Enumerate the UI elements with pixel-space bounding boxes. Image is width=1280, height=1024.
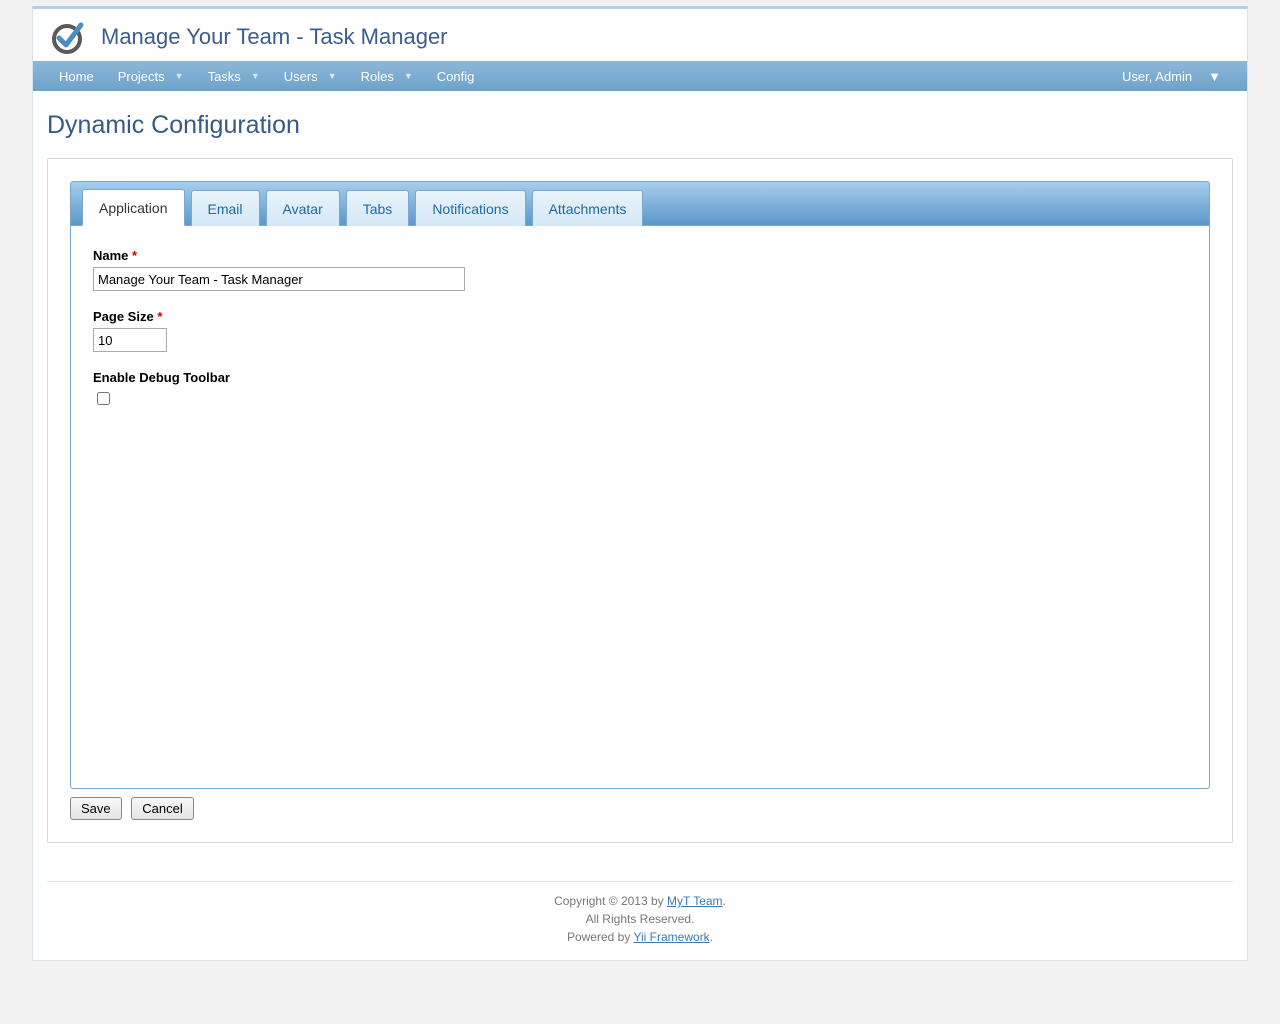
tab-notifications-label: Notifications (432, 201, 508, 217)
footer-powered-prefix: Powered by (567, 930, 634, 944)
required-mark: * (157, 309, 162, 324)
page-size-input[interactable] (93, 328, 167, 352)
nav-config-label: Config (437, 69, 475, 84)
nav-user-menu[interactable]: User, Admin ▼ (1110, 69, 1233, 84)
nav-roles-label: Roles (361, 69, 394, 84)
main-nav: Home Projects ▼ Tasks ▼ Users ▼ Roles ▼ Conf… (33, 61, 1247, 91)
app-title: Manage Your Team - Task Manager (101, 24, 448, 50)
required-mark: * (132, 248, 137, 263)
debug-label: Enable Debug Toolbar (93, 370, 1187, 385)
footer-framework-link[interactable]: Yii Framework (633, 930, 709, 944)
tab-notifications[interactable]: Notifications (415, 190, 525, 226)
chevron-down-icon: ▼ (251, 71, 260, 81)
chevron-down-icon: ▼ (404, 71, 413, 81)
nav-home-label: Home (59, 69, 94, 84)
nav-tasks[interactable]: Tasks ▼ (196, 61, 272, 91)
nav-users[interactable]: Users ▼ (272, 61, 349, 91)
nav-config[interactable]: Config (425, 61, 487, 91)
tab-tabs-label: Tabs (363, 201, 393, 217)
nav-home[interactable]: Home (47, 61, 106, 91)
nav-user-label: User, Admin (1122, 69, 1192, 84)
config-tabbar: Application Email Avatar Tabs Notificati… (71, 182, 1209, 226)
footer-rights: All Rights Reserved. (47, 910, 1233, 928)
tab-email-label: Email (208, 201, 243, 217)
name-input[interactable] (93, 267, 465, 291)
tab-attachments[interactable]: Attachments (532, 190, 644, 226)
chevron-down-icon: ▼ (328, 71, 337, 81)
footer-copyright-suffix: . (723, 894, 726, 908)
debug-checkbox[interactable] (97, 392, 110, 405)
tab-application[interactable]: Application (82, 189, 185, 226)
tab-email[interactable]: Email (191, 190, 260, 226)
header: Manage Your Team - Task Manager (33, 9, 1247, 61)
footer-powered-suffix: . (710, 930, 713, 944)
tab-tabs[interactable]: Tabs (346, 190, 410, 226)
footer: Copyright © 2013 by MyT Team. All Rights… (47, 881, 1233, 946)
nav-projects[interactable]: Projects ▼ (106, 61, 196, 91)
config-tabframe: Application Email Avatar Tabs Notificati… (70, 181, 1210, 789)
name-label: Name * (93, 248, 1187, 263)
page-title: Dynamic Configuration (47, 111, 1233, 140)
save-button[interactable]: Save (70, 797, 122, 820)
footer-team-link[interactable]: MyT Team (667, 894, 723, 908)
tab-avatar-label: Avatar (283, 201, 323, 217)
chevron-down-icon: ▼ (1208, 69, 1221, 84)
page-size-label: Page Size * (93, 309, 1187, 324)
tab-attachments-label: Attachments (549, 201, 627, 217)
page-size-label-text: Page Size (93, 309, 154, 324)
name-label-text: Name (93, 248, 128, 263)
chevron-down-icon: ▼ (175, 71, 184, 81)
config-panel: Application Email Avatar Tabs Notificati… (47, 158, 1233, 843)
footer-copyright-prefix: Copyright © 2013 by (554, 894, 667, 908)
nav-projects-label: Projects (118, 69, 165, 84)
nav-tasks-label: Tasks (208, 69, 241, 84)
tab-application-label: Application (99, 200, 168, 216)
nav-roles[interactable]: Roles ▼ (349, 61, 425, 91)
app-logo-icon (49, 19, 85, 55)
cancel-button[interactable]: Cancel (131, 797, 193, 820)
tab-avatar[interactable]: Avatar (266, 190, 340, 226)
nav-users-label: Users (284, 69, 318, 84)
